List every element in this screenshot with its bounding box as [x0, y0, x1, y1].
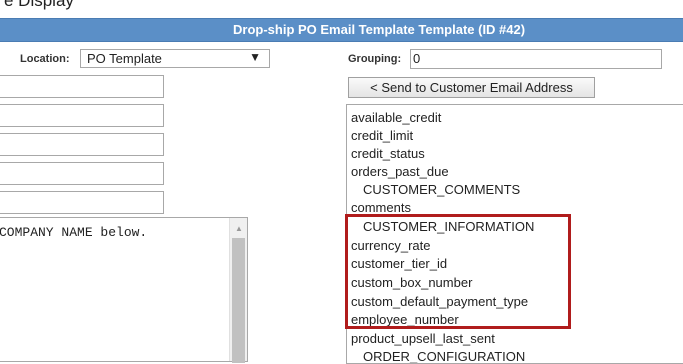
location-label: Location:: [20, 53, 70, 65]
list-item[interactable]: comments: [351, 199, 411, 217]
text-field-5[interactable]: [0, 191, 164, 214]
text-field-3[interactable]: [0, 133, 164, 156]
textarea-scrollbar[interactable]: ▲: [229, 218, 247, 363]
list-item[interactable]: custom_box_number: [351, 274, 472, 292]
page-title: Drop-ship PO Email Template Template (ID…: [233, 22, 526, 37]
location-select[interactable]: PO Template ▼: [80, 49, 270, 68]
list-group-header: CUSTOMER_COMMENTS: [363, 182, 521, 197]
list-item[interactable]: custom_default_payment_type: [351, 293, 528, 311]
title-bar: Drop-ship PO Email Template Template (ID…: [0, 18, 683, 42]
list-group-header: ORDER_CONFIGURATION: [363, 349, 526, 364]
grouping-input-value: 0: [413, 51, 421, 66]
chevron-down-icon[interactable]: ▼: [249, 50, 261, 64]
list-item[interactable]: available_credit: [351, 109, 441, 127]
list-item[interactable]: currency_rate: [351, 237, 430, 255]
list-item[interactable]: employee_number: [351, 311, 459, 329]
field-list[interactable]: available_credit credit_limit credit_sta…: [346, 104, 683, 364]
top-strip: e Display: [0, 0, 683, 18]
location-select-value: PO Template: [87, 51, 162, 66]
text-field-1[interactable]: [0, 75, 164, 98]
scrollbar-thumb[interactable]: [232, 238, 245, 363]
list-item[interactable]: credit_status: [351, 145, 425, 163]
template-body-text: COMPANY NAME below.: [0, 225, 148, 240]
text-field-4[interactable]: [0, 162, 164, 185]
send-to-customer-email-button[interactable]: < Send to Customer Email Address: [348, 77, 595, 98]
text-field-2[interactable]: [0, 104, 164, 127]
list-item[interactable]: product_upsell_last_sent: [351, 330, 495, 348]
grouping-label: Grouping:: [348, 53, 402, 65]
scroll-up-icon[interactable]: ▲: [235, 224, 243, 233]
template-body-textarea[interactable]: COMPANY NAME below. ▲: [0, 217, 248, 363]
list-item[interactable]: orders_past_due: [351, 163, 449, 181]
list-item[interactable]: credit_limit: [351, 127, 413, 145]
list-item[interactable]: customer_tier_id: [351, 255, 447, 273]
grouping-input[interactable]: 0: [410, 49, 662, 69]
top-strip-text: e Display: [4, 0, 74, 10]
list-group-header: CUSTOMER_INFORMATION: [363, 219, 535, 234]
